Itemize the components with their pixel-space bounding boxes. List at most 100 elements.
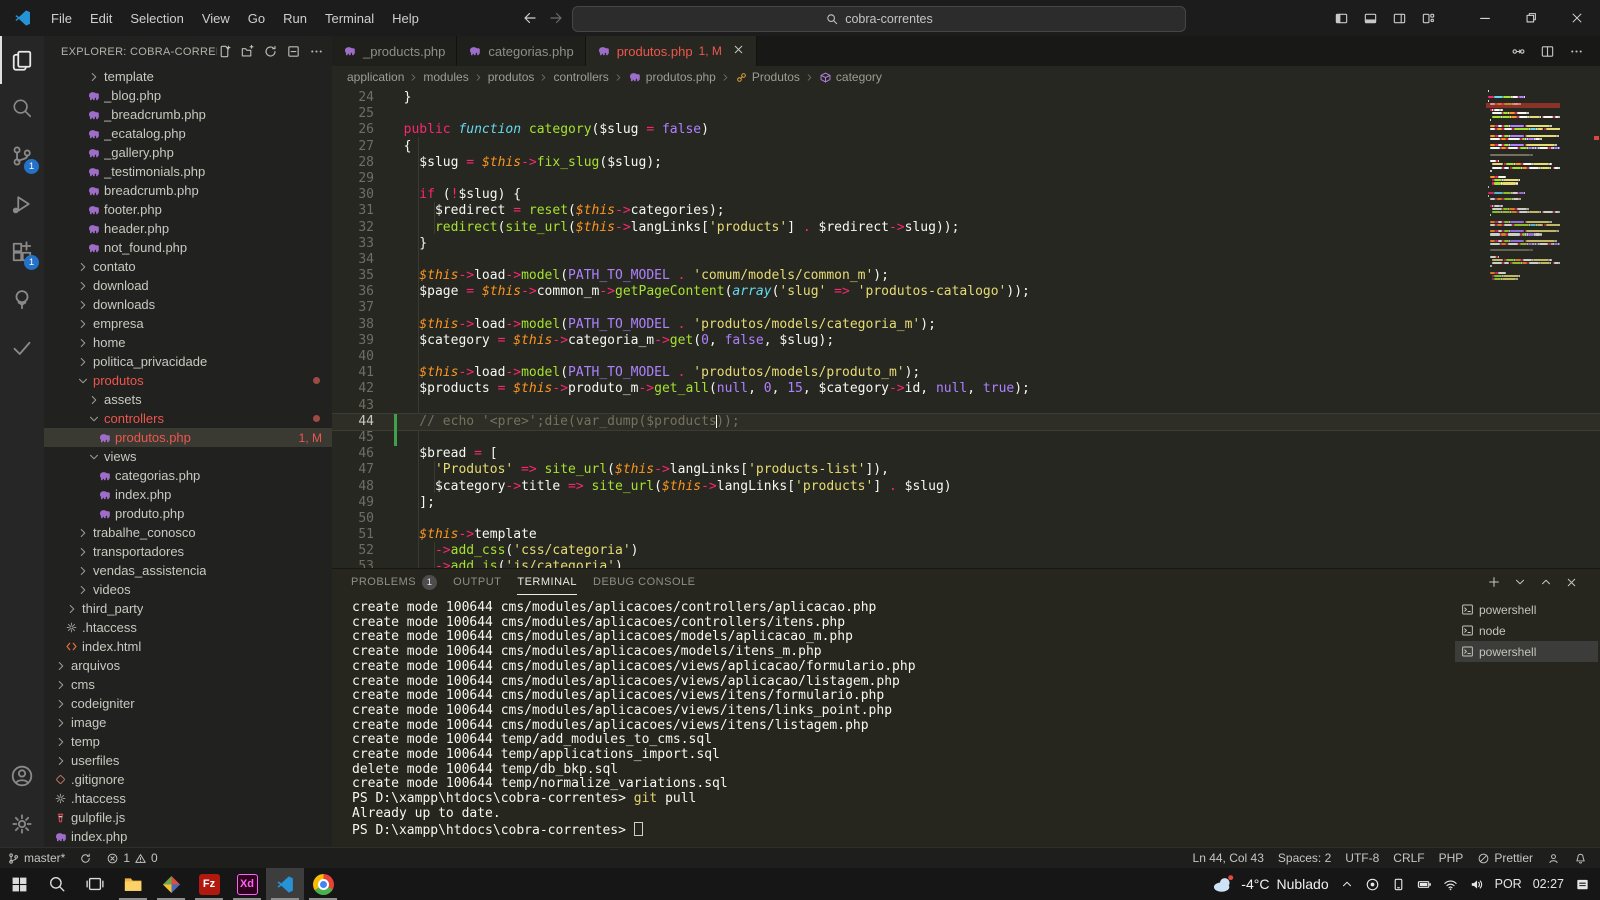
line-number[interactable]: 42 [332, 381, 388, 397]
tree-item-.gitignore[interactable]: .gitignore [44, 770, 332, 789]
line-number[interactable]: 25 [332, 106, 388, 122]
activity-run-debug[interactable] [0, 180, 44, 228]
tree-item-cms[interactable]: cms [44, 675, 332, 694]
code-line-40[interactable]: 40 [332, 349, 1600, 365]
toggle-sidebar-icon[interactable] [1334, 11, 1349, 26]
tree-item-vendas_assistencia[interactable]: vendas_assistencia [44, 561, 332, 580]
status-branch[interactable]: master* [0, 848, 72, 868]
tree-item-arquivos[interactable]: arquivos [44, 656, 332, 675]
code-line-32[interactable]: 32 redirect(site_url($this->langLinks['p… [332, 220, 1600, 236]
terminal-instance-powershell[interactable]: powershell [1455, 599, 1598, 620]
activity-settings[interactable] [0, 800, 44, 848]
tree-item-assets[interactable]: assets [44, 390, 332, 409]
code-line-36[interactable]: 36 $page = $this->common_m->getPageConte… [332, 284, 1600, 300]
line-number[interactable]: 34 [332, 252, 388, 268]
tree-item-header.php[interactable]: header.php [44, 219, 332, 238]
menu-edit[interactable]: Edit [81, 11, 121, 26]
tree-item-categorias.php[interactable]: categorias.php [44, 466, 332, 485]
tree-item-_blog.php[interactable]: _blog.php [44, 86, 332, 105]
speaker-icon[interactable] [1469, 877, 1484, 892]
tree-item-_testimonials.php[interactable]: _testimonials.php [44, 162, 332, 181]
code-line-29[interactable]: 29 [332, 171, 1600, 187]
tree-item-politica_privacidade[interactable]: politica_privacidade [44, 352, 332, 371]
tree-item-index.php[interactable]: index.php [44, 827, 332, 846]
line-number[interactable]: 27 [332, 139, 388, 155]
toggle-panel-icon[interactable] [1363, 11, 1378, 26]
tree-item-_ecatalog.php[interactable]: _ecatalog.php [44, 124, 332, 143]
code-line-45[interactable]: 45 [332, 430, 1600, 446]
code-line-34[interactable]: 34 [332, 252, 1600, 268]
code-line-39[interactable]: 39 $category = $this->categoria_m->get(0… [332, 333, 1600, 349]
tree-item-download[interactable]: download [44, 276, 332, 295]
file-explorer[interactable] [114, 868, 152, 900]
tree-item-.htaccess[interactable]: .htaccess [44, 618, 332, 637]
terminal[interactable]: create mode 100644 cms/modules/aplicacoe… [352, 601, 1450, 844]
line-number[interactable]: 37 [332, 300, 388, 316]
code-line-44[interactable]: 44 // echo '<pre>';die(var_dump($product… [332, 414, 1600, 430]
refresh-icon[interactable] [263, 44, 278, 59]
new-file-icon[interactable] [217, 44, 232, 59]
maximize-button[interactable] [1508, 0, 1554, 36]
line-number[interactable]: 33 [332, 236, 388, 252]
menu-go[interactable]: Go [239, 11, 274, 26]
status-notifications[interactable] [1567, 852, 1594, 865]
activity-source-control[interactable]: 1 [0, 132, 44, 180]
activity-search[interactable] [0, 84, 44, 132]
more-actions-icon[interactable] [1569, 44, 1584, 59]
status-language-mode[interactable]: PHP [1432, 851, 1471, 865]
code-line-25[interactable]: 25 [332, 106, 1600, 122]
activity-check[interactable] [0, 324, 44, 372]
status-feedback[interactable] [1540, 852, 1567, 865]
code-line-27[interactable]: 27 { [332, 139, 1600, 155]
tree-item-produtos.php[interactable]: produtos.php 1, M [44, 428, 332, 447]
phone-icon[interactable] [1391, 877, 1406, 892]
code-line-37[interactable]: 37 [332, 300, 1600, 316]
tree-item-_breadcrumb.php[interactable]: _breadcrumb.php [44, 105, 332, 124]
status-prettier[interactable]: Prettier [1470, 851, 1540, 865]
code-line-50[interactable]: 50 [332, 511, 1600, 527]
close-button[interactable] [1554, 0, 1600, 36]
activity-extensions[interactable]: 1 [0, 228, 44, 276]
keyboard-language[interactable]: POR [1495, 877, 1522, 891]
menu-run[interactable]: Run [274, 11, 316, 26]
tree-item-home[interactable]: home [44, 333, 332, 352]
breadcrumb-item[interactable]: modules [423, 70, 468, 84]
code-line-31[interactable]: 31 $redirect = reset($this->categories); [332, 203, 1600, 219]
line-number[interactable]: 49 [332, 495, 388, 511]
code-line-53[interactable]: 53 ->add_js('js/categoria') [332, 559, 1600, 568]
code-line-43[interactable]: 43 [332, 398, 1600, 414]
record-icon[interactable] [1365, 877, 1380, 892]
status-indentation[interactable]: Spaces: 2 [1271, 851, 1338, 865]
tree-item-produto.php[interactable]: produto.php [44, 504, 332, 523]
line-number[interactable]: 39 [332, 333, 388, 349]
terminal-instance-node[interactable]: node [1455, 620, 1598, 641]
panel-tab-problems[interactable]: PROBLEMS 1 [351, 569, 437, 595]
line-number[interactable]: 51 [332, 527, 388, 543]
line-number[interactable]: 29 [332, 171, 388, 187]
line-number[interactable]: 26 [332, 122, 388, 138]
tree-item-transportadores[interactable]: transportadores [44, 542, 332, 561]
vscode[interactable] [266, 868, 304, 900]
tree-item-userfiles[interactable]: userfiles [44, 751, 332, 770]
action-center-icon[interactable] [1575, 877, 1590, 892]
line-number[interactable]: 46 [332, 446, 388, 462]
panel-tab-terminal[interactable]: TERMINAL [517, 569, 577, 595]
code-line-47[interactable]: 47 'Produtos' => site_url($this->langLin… [332, 462, 1600, 478]
line-number[interactable]: 31 [332, 203, 388, 219]
minimize-button[interactable] [1462, 0, 1508, 36]
status-encoding[interactable]: UTF-8 [1338, 851, 1386, 865]
filezilla[interactable]: Fz [190, 868, 228, 900]
tree-item-index.html[interactable]: index.html [44, 637, 332, 656]
status-problems[interactable]: 1 0 [99, 848, 164, 868]
line-number[interactable]: 45 [332, 430, 388, 446]
collapse-icon[interactable] [286, 44, 301, 59]
clock[interactable]: 02:27 [1533, 877, 1564, 891]
menu-help[interactable]: Help [383, 11, 428, 26]
panel-tab-debug-console[interactable]: DEBUG CONSOLE [593, 569, 695, 595]
toggle-secondary-sidebar-icon[interactable] [1392, 11, 1407, 26]
line-number[interactable]: 41 [332, 365, 388, 381]
status-sync[interactable] [72, 848, 99, 868]
code-line-24[interactable]: 24 } [332, 90, 1600, 106]
line-number[interactable]: 43 [332, 398, 388, 414]
close-tab-icon[interactable] [732, 43, 745, 56]
